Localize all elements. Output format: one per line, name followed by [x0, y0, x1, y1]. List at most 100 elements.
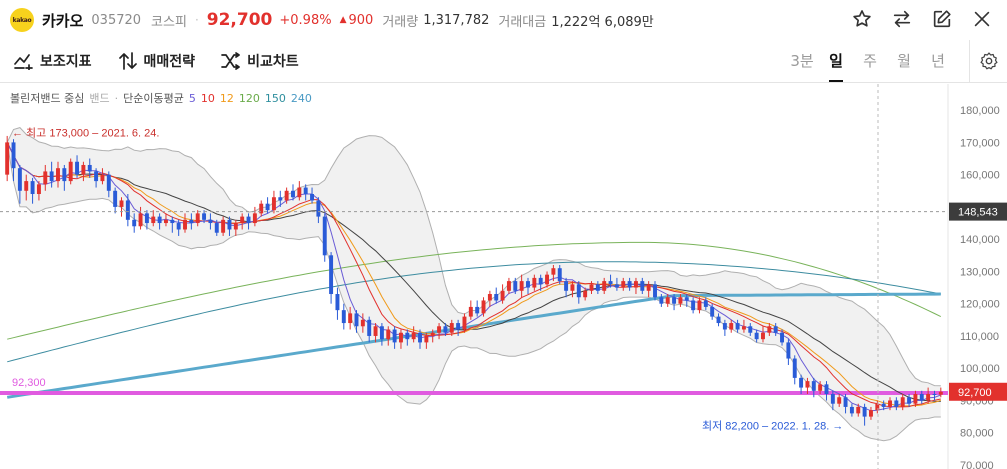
swap-button[interactable]	[887, 6, 917, 32]
candle-body	[360, 319, 365, 327]
candle-body	[151, 216, 156, 224]
candle-body	[227, 219, 232, 230]
candle-body	[62, 168, 67, 182]
candle-body	[557, 268, 562, 282]
indicator-legend: 볼린저밴드 중심 밴드 · 단순이동평균 5 10 12 120 150 240	[10, 90, 317, 106]
candle-body	[773, 326, 778, 333]
y-tick-label: 180,000	[960, 105, 1000, 117]
candle-body	[157, 216, 162, 224]
high-annotation: ← 최고 173,000 – 2021. 6. 24.	[12, 127, 159, 140]
candle-body	[189, 219, 194, 224]
y-tick-label: 70,000	[960, 460, 994, 469]
candle-body	[691, 300, 696, 311]
candle-body	[722, 323, 727, 330]
candle-body	[900, 397, 905, 407]
candle-body	[741, 326, 746, 330]
close-button[interactable]	[967, 6, 997, 32]
candle-body	[932, 394, 937, 396]
candle-body	[94, 171, 99, 182]
compare-chart-label: 비교차트	[247, 54, 299, 70]
candle-body	[684, 297, 689, 301]
candle-body	[30, 181, 35, 195]
compare-chart-button[interactable]: 비교차트	[221, 51, 299, 71]
candle-body	[449, 323, 454, 333]
candle-body	[284, 190, 289, 201]
candle-body	[252, 213, 257, 224]
candle-body	[767, 326, 772, 333]
legend-ma-150: 150	[264, 91, 286, 105]
period-month[interactable]: 월	[887, 40, 921, 82]
legend-ma-5: 5	[188, 91, 196, 105]
candle-body	[373, 326, 378, 336]
candle-body	[621, 281, 626, 288]
period-year[interactable]: 년	[921, 40, 955, 82]
edit-button[interactable]	[927, 6, 957, 32]
candle-body	[278, 197, 283, 201]
candle-body	[291, 190, 295, 198]
candle-body	[519, 281, 524, 291]
legend-ma-label: 단순이동평균	[123, 92, 184, 105]
candle-body	[303, 187, 308, 195]
candle-body	[570, 284, 575, 291]
candle-body	[665, 297, 670, 304]
period-week[interactable]: 주	[853, 40, 887, 82]
support-line-label: 92,300	[12, 377, 46, 389]
stock-header: kakao 카카오 035720 코스피 · 92,700 +0.98% ▲ 9…	[0, 0, 1007, 40]
candle-body	[837, 397, 842, 404]
candle-body	[43, 171, 48, 185]
current-price: 92,700	[206, 10, 273, 30]
candle-body	[564, 281, 569, 291]
candle-body	[437, 326, 442, 333]
candle-body	[341, 310, 346, 324]
change-percent: +0.98%	[279, 12, 332, 28]
trade-strategy-icon	[118, 52, 137, 70]
candle-body	[926, 394, 931, 401]
legend-band: 밴드	[89, 92, 110, 105]
candle-body	[672, 297, 677, 304]
trade-strategy-button[interactable]: 매매전략	[118, 51, 196, 71]
candle-body	[532, 277, 537, 288]
candle-body	[386, 329, 391, 340]
candle-body	[17, 168, 22, 191]
period-day[interactable]: 일	[819, 40, 853, 82]
candle-body	[538, 277, 543, 285]
edit-icon	[933, 10, 951, 28]
close-icon	[974, 11, 990, 27]
trade-strategy-label: 매매전략	[143, 54, 196, 70]
candle-body	[132, 219, 137, 227]
favorite-button[interactable]	[847, 6, 877, 32]
y-tick-label: 130,000	[960, 266, 1000, 278]
volume-label: 거래량	[382, 14, 419, 30]
candle-body	[824, 384, 829, 395]
y-tick-label: 110,000	[960, 331, 999, 343]
gear-icon	[979, 52, 998, 70]
candle-body	[87, 164, 92, 172]
y-tick-label: 170,000	[960, 137, 1000, 149]
low-annotation: 최저 82,200 – 2022. 1. 28. →	[702, 420, 843, 433]
candle-body	[919, 394, 924, 401]
candle-body	[678, 297, 683, 304]
candle-body	[843, 397, 848, 407]
candle-body	[316, 200, 321, 217]
candle-body	[75, 161, 80, 175]
candle-body	[240, 216, 245, 224]
candle-body	[405, 332, 410, 340]
candle-body	[894, 400, 899, 407]
candle-body	[716, 316, 721, 324]
price-chart[interactable]: 180,000170,000160,000150,000140,000130,0…	[0, 84, 1007, 469]
candle-body	[202, 213, 207, 220]
candle-body	[176, 223, 181, 230]
candle-body	[513, 281, 518, 291]
candle-body	[246, 216, 251, 224]
indicator-button[interactable]: 보조지표	[14, 51, 92, 71]
candle-body	[526, 281, 530, 288]
candle-body	[659, 297, 664, 304]
period-3min[interactable]: 3분	[785, 40, 819, 82]
volume-value: 1,317,782	[423, 12, 490, 28]
stock-code: 035720	[91, 12, 142, 28]
candle-body	[49, 171, 54, 182]
chart-settings-button[interactable]	[969, 40, 1007, 82]
candlestick-chart[interactable]: 180,000170,000160,000150,000140,000130,0…	[0, 84, 1007, 469]
candle-body	[627, 281, 632, 288]
separator: ·	[194, 13, 199, 27]
